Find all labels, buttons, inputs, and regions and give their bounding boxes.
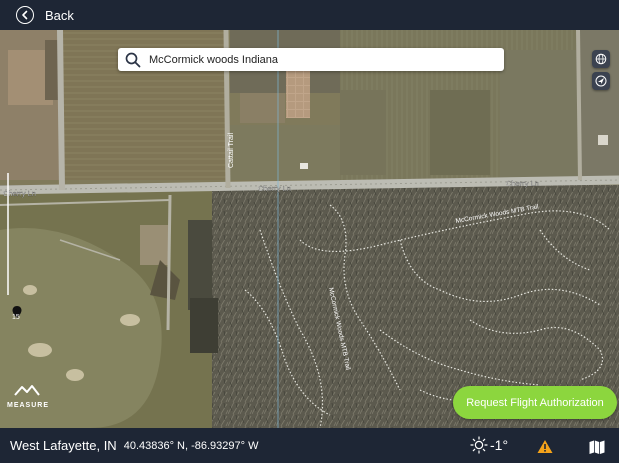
bottom-bar: West Lafayette, IN 40.43836° N, -86.9329… <box>0 428 619 463</box>
measure-logo: MEASURE <box>7 383 50 409</box>
altitude-value: 15 <box>12 314 20 321</box>
road-label-cherry-ln-center: Cherry Ln <box>258 184 291 193</box>
satellite-map[interactable]: Cherry Ln Cherry Ln Cherry Ln Cattail Tr… <box>0 30 619 428</box>
coordinates: 40.43836° N, -86.93297° W <box>123 439 259 452</box>
globe-button[interactable] <box>592 50 610 68</box>
road-label-cherry-ln-right: Cherry Ln <box>506 179 539 188</box>
request-flight-authorization-button[interactable]: Request Flight Authorization <box>453 386 617 419</box>
location-name: West Lafayette, IN <box>10 438 117 453</box>
logo-text: MEASURE <box>7 402 50 409</box>
back-label: Back <box>45 7 74 23</box>
search-bar[interactable]: McCormick woods Indiana <box>118 48 504 71</box>
map-imagery: Cherry Ln Cherry Ln Cherry Ln Cattail Tr… <box>0 30 619 428</box>
back-arrow-icon <box>16 6 34 24</box>
road-label-cattail-trail: Cattail Trail <box>228 133 235 168</box>
locate-icon <box>595 75 607 87</box>
map-icon[interactable] <box>589 440 605 454</box>
locate-button[interactable] <box>592 72 610 90</box>
back-button[interactable]: Back <box>16 6 74 24</box>
search-icon <box>123 50 143 70</box>
sun-icon <box>470 436 488 454</box>
search-input[interactable]: McCormick woods Indiana <box>149 54 278 66</box>
measure-logo-icon <box>14 385 40 396</box>
top-bar: Back <box>0 0 619 30</box>
warning-icon[interactable] <box>537 439 553 454</box>
temperature: -1° <box>490 437 509 453</box>
weather-button[interactable]: -1° <box>470 436 508 454</box>
globe-icon <box>595 53 607 65</box>
altitude-slider[interactable] <box>7 173 9 295</box>
